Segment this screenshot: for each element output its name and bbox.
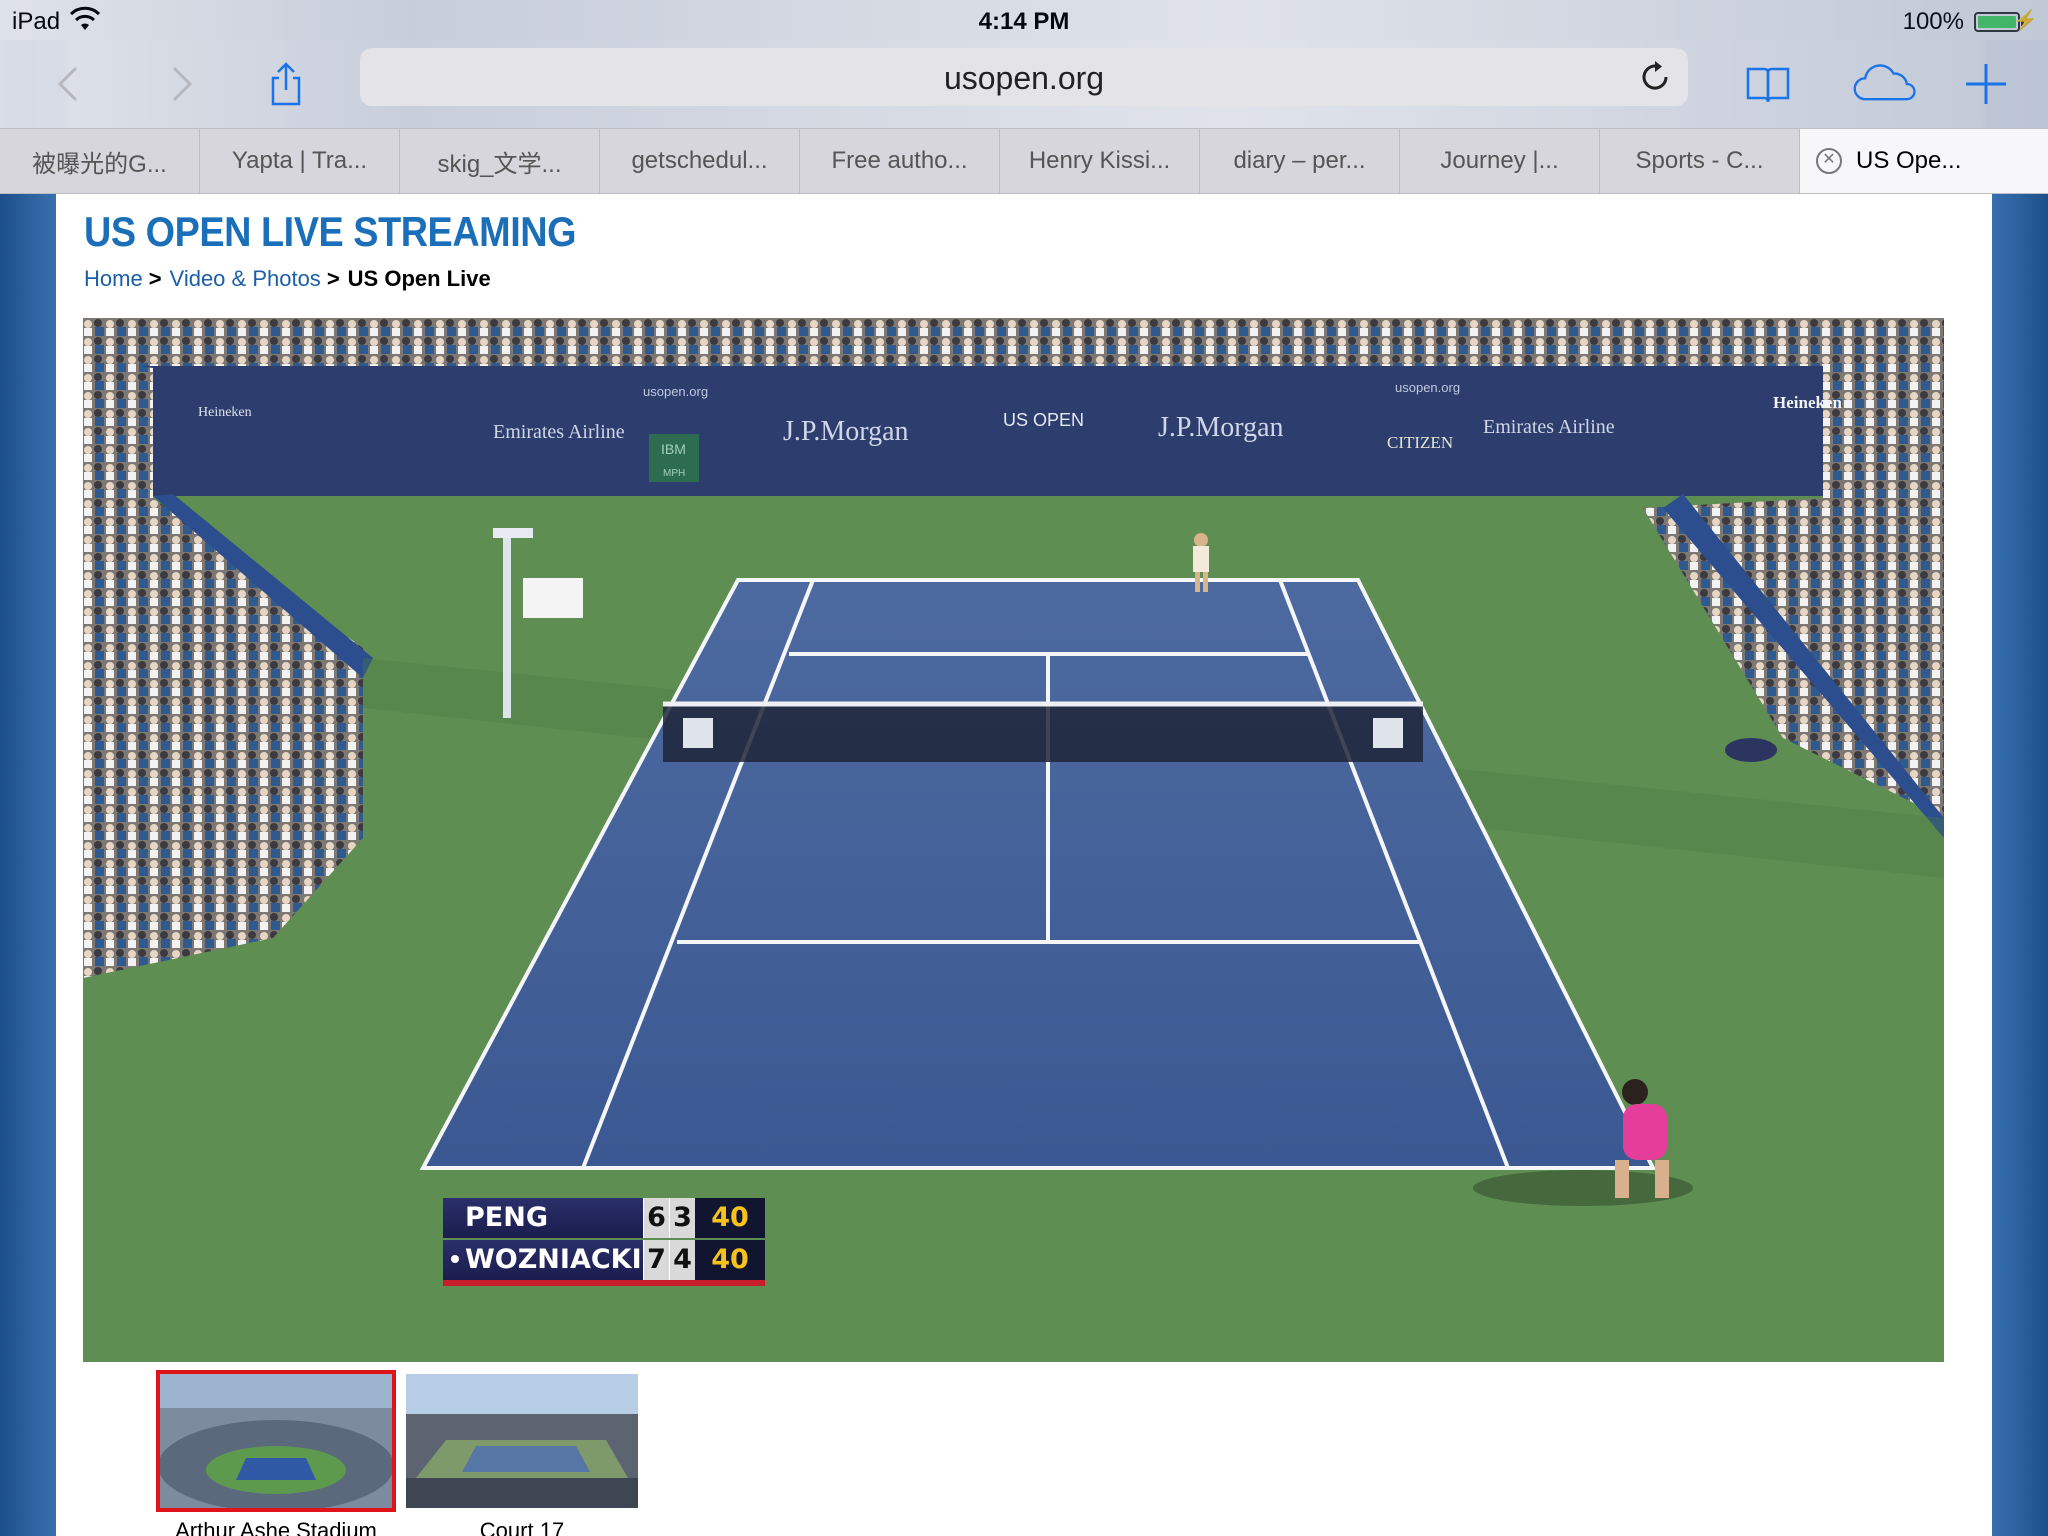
sign-usopen-url-right: usopen.org [1395,380,1460,395]
chevron-right-icon [172,66,193,102]
score-row-wozniacki: WOZNIACKI 7 4 40 [443,1240,765,1280]
net-logo-left [683,718,713,748]
tab-strip: 被曝光的G... Yapta | Tra... skig_文学... getsc… [0,128,2048,194]
battery-fill [1978,16,2016,28]
tab-label: getschedul... [631,147,768,174]
sign-citizen: CITIZEN [1387,433,1453,452]
tennis-court-scene: Emirates Airline Emirates Airline J.P.Mo… [83,318,1944,1362]
sign-heineken-right: Heineken [1773,393,1842,412]
set-score: 3 [669,1198,695,1238]
set-score: 6 [643,1198,669,1238]
breadcrumb-separator: > [326,266,340,291]
game-points: 40 [695,1240,765,1280]
address-url: usopen.org [943,60,1105,96]
tab[interactable]: 被曝光的G... [0,129,200,193]
set-score: 4 [669,1240,695,1280]
player-name: WOZNIACKI [465,1244,642,1275]
forward-button[interactable] [150,54,210,114]
plus-icon [1966,64,2006,104]
tab-label: Journey |... [1440,147,1559,174]
book-icon [1746,67,1790,103]
tab[interactable]: Yapta | Tra... [200,129,400,193]
game-points: 40 [695,1198,765,1238]
serve-indicator-icon [451,1255,459,1263]
tab-label: diary – per... [1233,147,1366,174]
stands-top [83,318,1944,370]
breadcrumb-current: US Open Live [347,266,491,291]
cloud-icon [1853,64,1916,101]
tab[interactable]: skig_文学... [400,129,600,193]
sign-mph: MPH [663,468,685,479]
sign-emirates-left: Emirates Airline [493,421,625,443]
player-name: PENG [443,1198,643,1238]
battery-percent: 100% [1902,8,1964,35]
breadcrumb-home-link[interactable]: Home [84,266,143,291]
scoreboard-accent [443,1280,765,1286]
address-bar[interactable]: usopen.org [360,48,1688,106]
close-tab-icon[interactable]: ✕ [1816,148,1842,174]
breadcrumb-video-photos-link[interactable]: Video & Photos [170,266,321,291]
sign-ibm: IBM [661,441,686,457]
tab-label: skig_文学... [437,150,562,178]
court-name: Arthur Ashe Stadium [175,1518,377,1536]
court-thumb-arthur-ashe[interactable]: Arthur Ashe Stadium [156,1370,396,1536]
share-button[interactable] [256,54,316,114]
tab[interactable]: Henry Kissi... [1000,129,1200,193]
set-score: 7 [643,1240,669,1280]
tab[interactable]: getschedul... [600,129,800,193]
new-tab-button[interactable] [1956,54,2016,114]
sign-emirates-right: Emirates Airline [1483,416,1615,438]
icloud-tabs-button[interactable] [1848,54,1924,114]
breadcrumb: Home > Video & Photos > US Open Live [84,266,491,292]
tab[interactable]: Sports - C... [1600,129,1800,193]
chevron-left-icon [57,66,78,102]
court-thumbnail-image [406,1374,638,1508]
live-video-player[interactable]: Emirates Airline Emirates Airline J.P.Mo… [83,318,1944,1362]
umpire [523,578,583,618]
clock: 4:14 PM [978,8,1070,35]
tab-label: Yapta | Tra... [231,147,368,174]
sign-usopen-logo: US OPEN [1003,410,1084,430]
scoreboard: PENG 6 3 40 WOZNIACKI 7 4 40 [443,1198,765,1286]
browser-toolbar: usopen.org [0,0,2048,170]
tab[interactable]: Journey |... [1400,129,1600,193]
tab[interactable]: diary – per... [1200,129,1400,193]
share-icon [271,62,301,106]
sign-usopen-url-left: usopen.org [643,384,708,399]
tab-label: US Ope... [1856,147,1962,174]
sign-jpmorgan-left: J.P.Morgan [783,416,909,447]
tab-label: 被曝光的G... [32,150,167,178]
player-name-serving: WOZNIACKI [443,1240,643,1280]
court-thumb-court-17[interactable]: Court 17 [406,1374,638,1536]
tab[interactable]: Free autho... [800,129,1000,193]
back-button[interactable] [40,54,100,114]
reload-icon[interactable] [1636,58,1674,96]
net [663,702,1423,762]
tab-active[interactable]: ✕ US Ope... [1800,129,2048,193]
score-row-peng: PENG 6 3 40 [443,1198,765,1238]
court-name: Court 17 [479,1518,565,1536]
court-selector: Arthur Ashe Stadium Court 17 [156,1370,638,1536]
court-thumbnail-image [156,1370,396,1512]
sign-jpmorgan-right: J.P.Morgan [1158,412,1284,443]
breadcrumb-separator: > [148,266,162,291]
bookmarks-button[interactable] [1738,54,1798,114]
charging-icon: ⚡ [2013,10,2038,32]
tab-label: Sports - C... [1635,147,1764,174]
tab-label: Free autho... [831,147,968,174]
tab-label: Henry Kissi... [1028,147,1171,174]
ball-kid [1725,738,1777,762]
web-page: US OPEN LIVE STREAMING Home > Video & Phot… [56,194,1992,1536]
page-title: US OPEN LIVE STREAMING [84,208,577,255]
net-logo-right [1373,718,1403,748]
status-bar: iPad 4:14 PM 100% ⚡ [0,0,2048,40]
sign-heineken-left: Heineken [198,405,252,420]
